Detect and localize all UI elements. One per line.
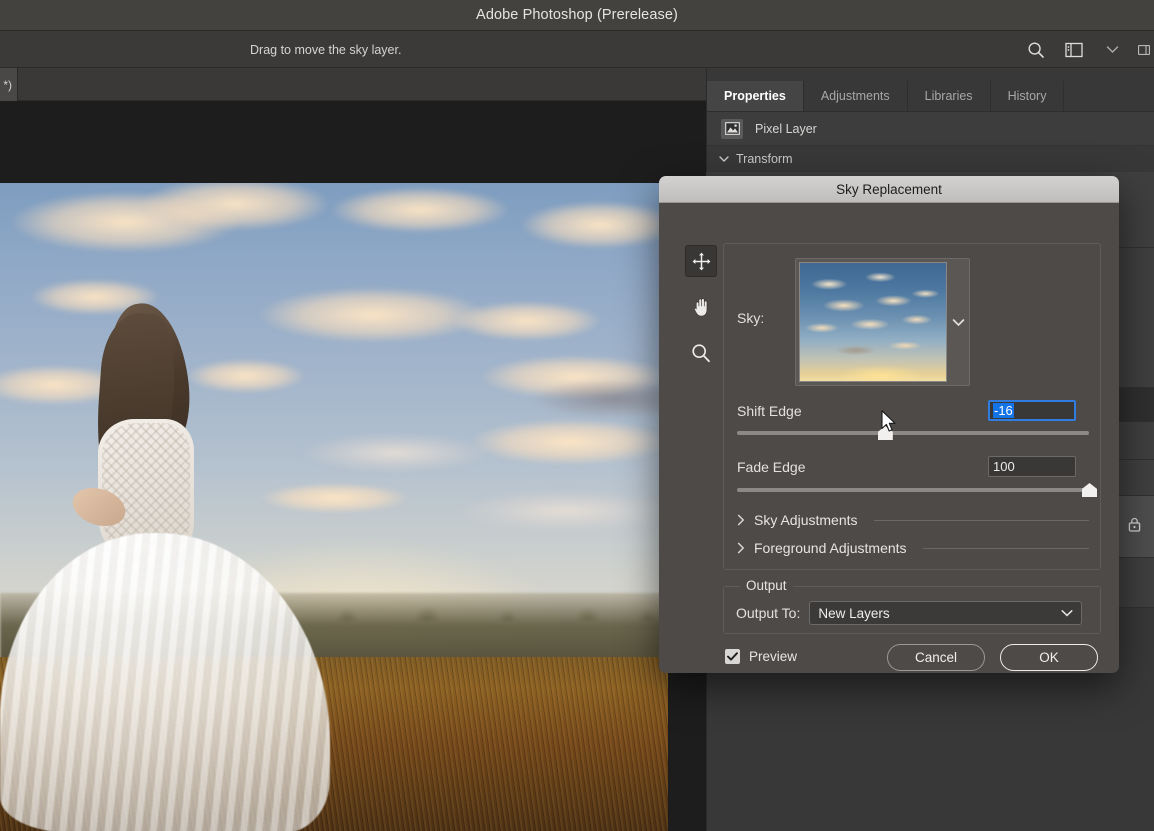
fade-edge-slider-handle[interactable] bbox=[1082, 483, 1097, 497]
chevron-down-icon bbox=[1061, 609, 1073, 617]
preview-checkbox-row[interactable]: Preview bbox=[725, 649, 797, 664]
dock-tab-bar: Properties Adjustments Libraries History bbox=[707, 81, 1154, 112]
document-tab[interactable]: *) bbox=[0, 68, 18, 101]
app-titlebar: Adobe Photoshop (Prerelease) bbox=[0, 0, 1154, 31]
rule bbox=[874, 520, 1090, 521]
dialog-tool-column bbox=[681, 245, 721, 369]
hand-tool[interactable] bbox=[685, 291, 717, 323]
dialog-footer: Preview Cancel OK bbox=[659, 644, 1119, 673]
cancel-button[interactable]: Cancel bbox=[887, 644, 985, 671]
lock-icon bbox=[1128, 517, 1141, 537]
ok-button[interactable]: OK bbox=[1000, 644, 1098, 671]
canvas-area[interactable] bbox=[0, 101, 706, 831]
sky-adjustments-disclosure[interactable]: Sky Adjustments bbox=[737, 512, 1089, 528]
fade-edge-label: Fade Edge bbox=[737, 459, 806, 475]
output-to-value: New Layers bbox=[818, 606, 889, 621]
tab-adjustments[interactable]: Adjustments bbox=[804, 81, 908, 111]
hand-icon bbox=[692, 297, 711, 317]
move-tool[interactable] bbox=[685, 245, 717, 277]
sky-adjustments-label: Sky Adjustments bbox=[754, 512, 858, 528]
app-title: Adobe Photoshop (Prerelease) bbox=[476, 7, 678, 23]
preview-label: Preview bbox=[749, 649, 797, 664]
output-legend: Output bbox=[740, 578, 793, 593]
dialog-title: Sky Replacement bbox=[836, 182, 942, 197]
document-image[interactable] bbox=[0, 183, 668, 831]
fade-edge-value: 100 bbox=[993, 459, 1015, 474]
sky-preset-thumbnail[interactable] bbox=[799, 262, 947, 382]
output-to-label: Output To: bbox=[736, 605, 800, 621]
foreground-adjustments-label: Foreground Adjustments bbox=[754, 540, 907, 556]
tab-properties[interactable]: Properties bbox=[707, 81, 804, 111]
chevron-down-icon[interactable] bbox=[947, 259, 969, 385]
magnifier-icon bbox=[691, 343, 711, 363]
status-hint: Drag to move the sky layer. bbox=[250, 31, 401, 68]
transform-section-header[interactable]: Transform bbox=[707, 146, 1154, 172]
output-row: Output To: New Layers bbox=[736, 601, 1082, 625]
search-icon[interactable] bbox=[1024, 38, 1048, 62]
rule bbox=[923, 548, 1089, 549]
fade-edge-input[interactable]: 100 bbox=[988, 456, 1076, 477]
sky-preset-picker[interactable] bbox=[795, 258, 970, 386]
shift-edge-slider-track[interactable] bbox=[737, 431, 1089, 435]
transform-label: Transform bbox=[736, 152, 793, 166]
sky-row: Sky: bbox=[737, 258, 1089, 386]
shift-edge-slider-handle[interactable] bbox=[878, 426, 893, 440]
sky-label: Sky: bbox=[737, 310, 764, 326]
check-icon bbox=[727, 652, 738, 661]
pixel-layer-icon bbox=[721, 119, 743, 139]
shift-edge-value: -16 bbox=[993, 403, 1014, 418]
options-bar-icons bbox=[1024, 31, 1154, 68]
sky-replacement-dialog[interactable]: Sky Replacement bbox=[659, 176, 1119, 673]
tab-libraries[interactable]: Libraries bbox=[908, 81, 991, 111]
dialog-titlebar[interactable]: Sky Replacement bbox=[659, 176, 1119, 203]
fade-edge-slider-track[interactable] bbox=[737, 488, 1089, 492]
output-to-select[interactable]: New Layers bbox=[809, 601, 1082, 625]
bride-subject bbox=[28, 303, 358, 831]
zoom-tool[interactable] bbox=[685, 337, 717, 369]
options-bar: Drag to move the sky layer. bbox=[0, 31, 1154, 68]
chevron-down-icon bbox=[719, 155, 729, 163]
layer-kind-row: Pixel Layer bbox=[707, 112, 1154, 146]
chevron-right-icon bbox=[737, 514, 745, 526]
panel-edge-icon[interactable] bbox=[1138, 38, 1150, 62]
tab-history[interactable]: History bbox=[991, 81, 1065, 111]
workspace-icon[interactable] bbox=[1062, 38, 1086, 62]
shift-edge-label: Shift Edge bbox=[737, 403, 802, 419]
layer-kind-label: Pixel Layer bbox=[755, 122, 817, 136]
preview-checkbox[interactable] bbox=[725, 649, 740, 664]
output-group: Output Output To: New Layers bbox=[723, 586, 1101, 634]
dialog-body: Sky: Shift Edge -16 Fa bbox=[659, 203, 1119, 673]
shift-edge-input[interactable]: -16 bbox=[988, 400, 1076, 421]
move-icon bbox=[692, 252, 711, 271]
foreground-adjustments-disclosure[interactable]: Foreground Adjustments bbox=[737, 540, 1089, 556]
chevron-right-icon bbox=[737, 542, 745, 554]
sky-settings-group: Sky: Shift Edge -16 Fa bbox=[723, 243, 1101, 570]
chevron-down-icon[interactable] bbox=[1100, 38, 1124, 62]
